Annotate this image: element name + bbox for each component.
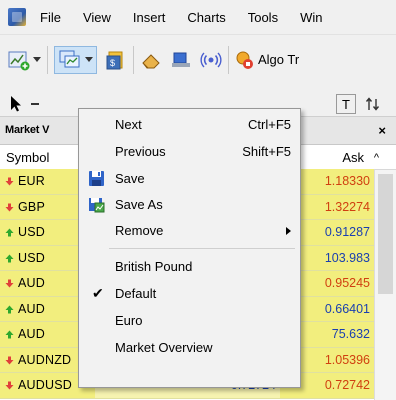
profiles-icon xyxy=(59,50,80,67)
arrow-tool-button[interactable] xyxy=(364,90,382,118)
menu-item-market-overview[interactable]: Market Overview xyxy=(79,335,300,361)
price-down-arrow-icon xyxy=(5,177,14,186)
toolbar-separator xyxy=(47,45,48,74)
save-as-icon xyxy=(89,198,105,213)
symbol-text: AUDNZD xyxy=(18,352,72,367)
menu-file[interactable]: File xyxy=(40,10,61,25)
algo-trading-label: Algo Tr xyxy=(258,52,300,67)
ask-text: 1.05396 xyxy=(324,352,370,367)
menu-tools[interactable]: Tools xyxy=(248,10,278,25)
symbol-text: AUD xyxy=(18,327,45,341)
symbol-text: AUD xyxy=(18,301,45,316)
cursor-icon xyxy=(11,96,21,112)
signals-button[interactable] xyxy=(200,46,222,74)
algo-trading-button[interactable]: Algo Tr xyxy=(235,46,299,74)
symbol-text: AUD xyxy=(18,276,45,290)
menu-item-label: British Pound xyxy=(115,259,193,274)
text-tool-button[interactable]: T xyxy=(336,94,356,114)
ask-text: 0.95245 xyxy=(324,276,370,290)
line-icon xyxy=(31,103,39,105)
algo-trading-icon xyxy=(236,51,253,69)
menu-item-label: Euro xyxy=(115,313,143,328)
text-tool-icon: T xyxy=(342,96,350,112)
crosshair-button[interactable] xyxy=(30,90,42,118)
close-icon[interactable]: × xyxy=(378,123,386,138)
ask-text: 103.983 xyxy=(324,250,370,265)
menu-item-label: Market Overview xyxy=(115,340,213,355)
menu-charts[interactable]: Charts xyxy=(187,10,225,25)
symbol-text: AUDUSD xyxy=(18,378,72,392)
menu-item-label: Next xyxy=(115,117,142,132)
eraser-icon xyxy=(142,53,160,68)
chevron-down-icon xyxy=(85,57,93,62)
price-up-arrow-icon xyxy=(5,228,14,237)
symbol-text: GBP xyxy=(18,199,45,214)
main-toolbar: $ Algo Tr xyxy=(0,34,396,84)
new-chart-button[interactable] xyxy=(8,46,41,74)
cursor-button[interactable] xyxy=(8,90,24,118)
price-down-arrow-icon xyxy=(5,356,14,364)
price-up-arrow-icon xyxy=(5,330,14,339)
profiles-dropdown-menu: Next Ctrl+F5 Previous Shift+F5 Save Save… xyxy=(78,108,301,388)
ask-text: 1.18330 xyxy=(324,174,370,188)
profiles-button[interactable] xyxy=(54,45,97,74)
menu-item-default[interactable]: ✔ Default xyxy=(79,281,300,307)
menu-item-label: Save As xyxy=(115,197,163,212)
new-chart-icon xyxy=(8,51,30,70)
menu-item-next[interactable]: Next Ctrl+F5 xyxy=(79,112,300,138)
menu-item-shortcut: Ctrl+F5 xyxy=(248,117,291,132)
symbol-text: EUR xyxy=(18,174,45,188)
signal-icon xyxy=(200,52,222,67)
sort-arrow-icon[interactable]: ^ xyxy=(374,152,379,164)
menu-item-shortcut: Shift+F5 xyxy=(242,144,291,159)
menu-item-save-as[interactable]: Save As xyxy=(79,192,300,218)
scrollbar-thumb[interactable] xyxy=(378,174,393,294)
eraser-button[interactable] xyxy=(140,46,162,74)
menu-view[interactable]: View xyxy=(83,10,111,25)
price-up-arrow-icon xyxy=(5,254,14,262)
menu-item-remove[interactable]: Remove xyxy=(79,218,300,244)
price-up-arrow-icon xyxy=(5,305,14,313)
menu-item-save[interactable]: Save xyxy=(79,166,300,192)
ask-text: 1.32274 xyxy=(324,199,370,214)
toolbar-separator xyxy=(133,45,134,74)
menu-insert[interactable]: Insert xyxy=(133,10,166,25)
menu-item-label: Default xyxy=(115,286,157,301)
ask-text: 0.66401 xyxy=(324,301,370,316)
menu-item-previous[interactable]: Previous Shift+F5 xyxy=(79,139,300,165)
app-icon[interactable] xyxy=(8,8,26,26)
toolbar-separator xyxy=(228,45,229,74)
menu-window[interactable]: Win xyxy=(300,10,322,25)
market-icon xyxy=(172,52,190,67)
ask-text: 75.632 xyxy=(331,327,370,341)
vertical-scrollbar[interactable] xyxy=(374,170,396,400)
market-button[interactable] xyxy=(170,46,192,74)
menu-item-euro[interactable]: Euro xyxy=(79,308,300,334)
submenu-arrow-icon xyxy=(286,227,291,235)
menu-item-label: Previous xyxy=(115,144,166,159)
column-ask[interactable]: Ask xyxy=(342,150,364,165)
checkmark-icon: ✔ xyxy=(92,285,104,301)
menu-separator xyxy=(109,248,295,249)
price-down-arrow-icon xyxy=(5,279,14,288)
menu-item-label: Remove xyxy=(115,223,164,238)
templates-button[interactable]: $ xyxy=(105,46,127,74)
templates-icon: $ xyxy=(106,51,123,69)
panel-title: Market V xyxy=(5,124,50,136)
column-symbol[interactable]: Symbol xyxy=(6,150,49,165)
menu-item-british-pound[interactable]: British Pound xyxy=(79,254,300,280)
arrows-icon xyxy=(365,97,380,111)
ask-text: 0.91287 xyxy=(324,225,370,239)
ask-text: 0.72742 xyxy=(324,378,370,392)
svg-text:$: $ xyxy=(110,58,115,68)
chevron-down-icon xyxy=(33,57,41,62)
symbol-text: USD xyxy=(18,250,45,265)
menu-bar: File View Insert Charts Tools Win xyxy=(0,0,396,34)
symbol-text: USD xyxy=(18,225,45,239)
price-down-arrow-icon xyxy=(5,381,14,390)
menu-item-label: Save xyxy=(115,171,145,186)
price-down-arrow-icon xyxy=(5,203,14,211)
save-icon xyxy=(89,171,104,186)
